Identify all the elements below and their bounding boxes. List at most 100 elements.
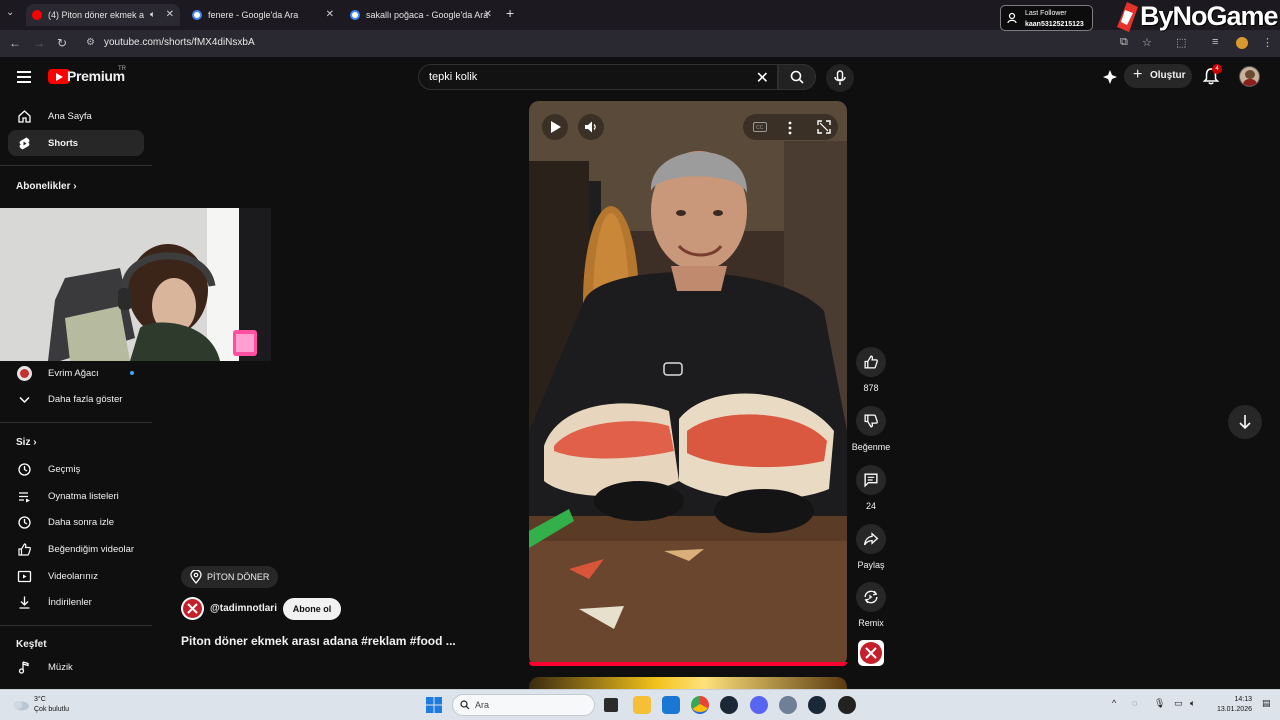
dislike-button[interactable]: [856, 406, 886, 436]
sidebar-item-your-videos[interactable]: Videolarınız: [8, 563, 144, 589]
create-button[interactable]: + Oluştur: [1124, 64, 1192, 88]
close-tab-icon[interactable]: ✕: [166, 9, 174, 20]
profile-icon[interactable]: [1236, 37, 1248, 49]
comments-button[interactable]: [856, 465, 886, 495]
like-button[interactable]: [856, 347, 886, 377]
forward-arrow-icon[interactable]: →: [33, 36, 45, 50]
sidebar-item-evrim-agaci[interactable]: Evrim Ağacı: [8, 360, 144, 386]
channel-avatar[interactable]: [181, 597, 204, 620]
sidebar-item-liked-videos[interactable]: Beğendiğim videolar: [8, 536, 144, 562]
your-videos-icon: [17, 570, 32, 583]
short-video-player[interactable]: CC: [529, 101, 847, 666]
sidebar-item-label: Daha fazla göster: [48, 394, 123, 405]
search-icon: [460, 700, 470, 710]
system-clock[interactable]: 14:13 13.01.2026: [1210, 695, 1252, 715]
discord-icon[interactable]: [750, 696, 768, 714]
windows-start-icon[interactable]: [426, 697, 442, 713]
channel-handle[interactable]: @tadimnotlari: [210, 603, 277, 614]
tray-app-icon[interactable]: ◌: [1132, 698, 1137, 708]
extensions-icon[interactable]: ⬚: [1176, 36, 1186, 49]
back-arrow-icon[interactable]: ←: [9, 36, 21, 50]
comment-icon: [864, 473, 878, 488]
bookmark-star-icon[interactable]: ☆: [1142, 36, 1152, 49]
remix-button[interactable]: [856, 582, 886, 612]
account-avatar[interactable]: [1239, 66, 1260, 87]
follower-title: Last Follower: [1025, 10, 1067, 17]
sidebar-item-playlists[interactable]: Oynatma listeleri: [8, 483, 144, 509]
tab-title: sakallı poğaca - Google'da Ara: [366, 10, 489, 20]
new-tab-plus-icon[interactable]: +: [506, 5, 514, 21]
logo-wordmark[interactable]: Premium: [67, 68, 125, 84]
short-title[interactable]: Piton döner ekmek arası adana #reklam #f…: [181, 634, 456, 648]
sidebar-item-downloads[interactable]: İndirilenler: [8, 589, 144, 615]
settings-gear-icon[interactable]: [779, 696, 797, 714]
reload-icon[interactable]: ↻: [57, 36, 67, 50]
more-options-icon[interactable]: [787, 121, 793, 135]
sidebar-item-label: Müzik: [48, 662, 73, 673]
chevron-down-icon: [19, 396, 30, 404]
sidebar-item-label: Daha sonra izle: [48, 517, 115, 528]
clock-date: 13.01.2026: [1216, 706, 1252, 713]
sidebar-item-music[interactable]: Müzik: [8, 654, 144, 680]
tab-search-chevron-icon[interactable]: ⌄: [6, 7, 14, 18]
sparkle-icon[interactable]: [1102, 69, 1118, 85]
subscriptions-heading[interactable]: Abonelikler ›: [16, 181, 77, 192]
volume-button[interactable]: [578, 114, 604, 140]
file-explorer-icon[interactable]: [633, 696, 651, 714]
sidebar-item-shorts[interactable]: Shorts: [8, 130, 144, 156]
browser-tab-fenere[interactable]: fenere - Google'da Ara ✕: [186, 4, 340, 26]
steam-icon[interactable]: [720, 696, 738, 714]
close-tab-icon[interactable]: ✕: [326, 9, 334, 20]
install-app-icon[interactable]: ⧉: [1120, 36, 1128, 49]
like-count: 878: [863, 383, 879, 393]
store-icon[interactable]: [662, 696, 680, 714]
webcam-feed-image: [0, 208, 271, 361]
show-more-button[interactable]: Daha fazla göster: [8, 386, 144, 412]
search-button[interactable]: [778, 64, 816, 90]
taskbar-search-input[interactable]: Ara: [452, 694, 595, 716]
play-icon: [551, 121, 561, 133]
location-label: PİTON DÖNER: [207, 572, 270, 582]
task-view-icon[interactable]: [604, 698, 618, 712]
player-controls-pill: CC: [743, 114, 838, 140]
network-icon[interactable]: ▭: [1174, 698, 1183, 709]
speaker-icon[interactable]: 🔈︎: [150, 9, 155, 20]
menu-dots-icon[interactable]: ⋮: [1262, 36, 1273, 49]
video-progress-bar[interactable]: [529, 662, 847, 666]
location-chip[interactable]: PİTON DÖNER: [181, 566, 278, 588]
next-short-button[interactable]: [1228, 405, 1262, 439]
url-field[interactable]: youtube.com/shorts/fMX4diNsxbA: [104, 37, 255, 48]
close-tab-icon[interactable]: ✕: [484, 9, 492, 20]
browser-tab-youtube[interactable]: (4) Piton döner ekmek arası 🔈︎ ✕: [26, 4, 180, 26]
tray-overflow-chevron-icon[interactable]: ^: [1112, 698, 1116, 708]
browser-tab-pogaca[interactable]: sakallı poğaca - Google'da Ara ✕: [344, 4, 498, 26]
playlists-icon: [19, 492, 30, 503]
menu-hamburger-icon[interactable]: [17, 71, 31, 83]
speaker-tray-icon[interactable]: 🔈︎: [1190, 698, 1195, 709]
clear-search-icon[interactable]: ✕: [756, 68, 769, 88]
you-heading[interactable]: Siz ›: [16, 437, 37, 448]
subscribe-button[interactable]: Abone ol: [283, 598, 341, 620]
fullscreen-icon[interactable]: [817, 120, 831, 134]
site-info-icon[interactable]: ⚙︎: [86, 37, 95, 48]
sidebar-item-home[interactable]: Ana Sayfa: [8, 103, 144, 129]
next-short-preview[interactable]: [529, 677, 847, 689]
microphone-tray-icon[interactable]: 🎙︎: [1154, 698, 1165, 709]
search-input[interactable]: tepki kolik ✕: [418, 64, 778, 90]
play-button[interactable]: [542, 114, 568, 140]
steam-alt-icon[interactable]: [808, 696, 826, 714]
media-control-icon[interactable]: ≡: [1212, 36, 1218, 48]
weather-condition: Çok bulutlu: [34, 706, 70, 713]
share-button[interactable]: [856, 524, 886, 554]
sidebar-item-history[interactable]: Geçmiş: [8, 456, 144, 482]
voice-search-button[interactable]: [826, 64, 854, 92]
notification-count-badge: 4: [1212, 64, 1222, 74]
sidebar-item-watch-later[interactable]: Daha sonra izle: [8, 509, 144, 535]
notification-center-icon[interactable]: ▤: [1262, 698, 1271, 709]
captions-icon[interactable]: CC: [753, 122, 767, 132]
obs-icon[interactable]: [838, 696, 856, 714]
bynogame-brand-logo: ByNoGame: [1112, 0, 1280, 36]
brand-wordmark: ByNoGame: [1140, 1, 1279, 31]
channel-thumbnail-icon[interactable]: [858, 640, 884, 666]
chrome-icon[interactable]: [691, 696, 709, 714]
